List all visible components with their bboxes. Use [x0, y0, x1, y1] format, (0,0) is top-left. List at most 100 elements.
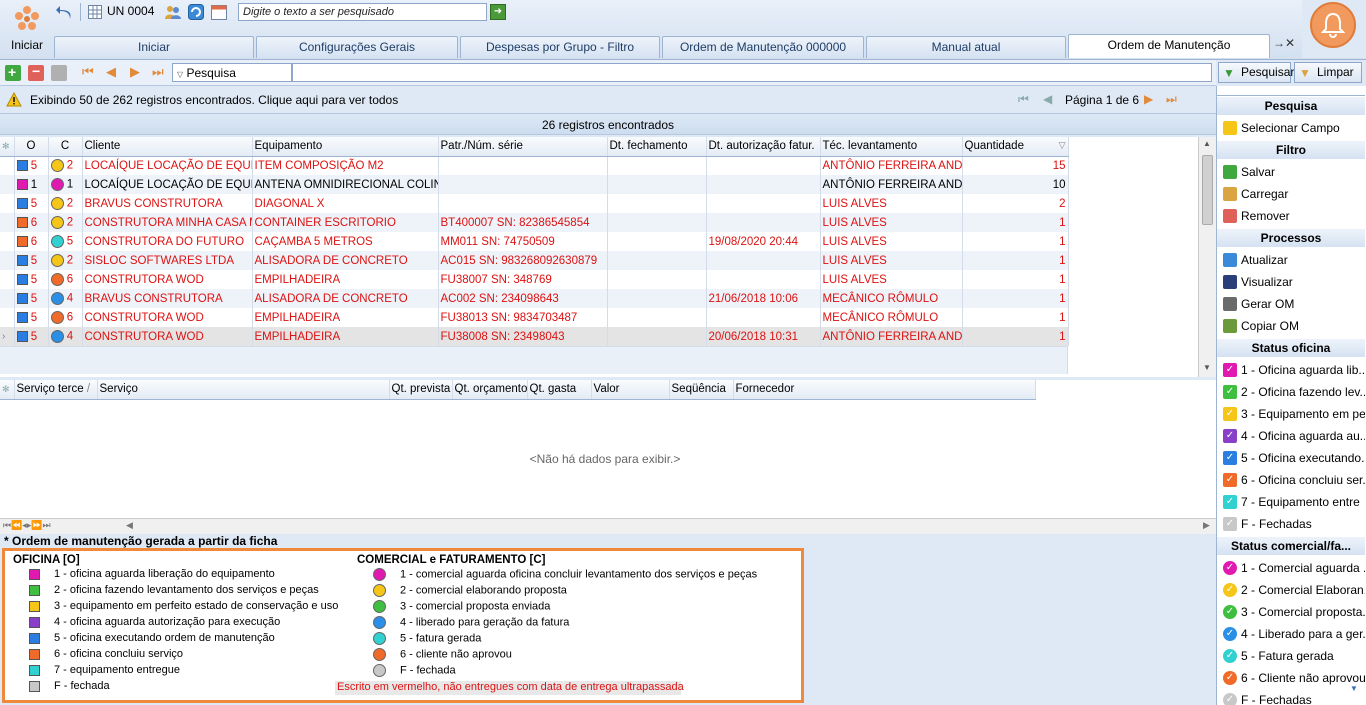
checkbox-icon[interactable]: ✓	[1223, 627, 1237, 641]
show-all-link[interactable]: Exibindo 50 de 262 registros encontrados…	[30, 93, 398, 107]
table-row[interactable]: 5 2 LOCAÍQUE LOCAÇÃO DE EQUIPAMITEM COMPO…	[0, 156, 1069, 175]
column-header-qt-orcamento[interactable]: Qt. orçamento	[452, 380, 528, 400]
sidebar-status-comercial-item[interactable]: ✓ 2 - Comercial Elaboran...	[1217, 579, 1365, 601]
start-button[interactable]: Iniciar	[2, 2, 50, 56]
table-row[interactable]: 5 2 SISLOC SOFTWARES LTDA ALISADORA DE CON…	[0, 251, 1069, 270]
next-page-icon[interactable]: ▶	[1144, 92, 1153, 106]
tab-iniciar[interactable]: Iniciar	[54, 36, 254, 58]
checkbox-icon[interactable]: ✓	[1223, 561, 1237, 575]
grid-icon[interactable]	[88, 5, 102, 19]
search-go-button[interactable]: ➜	[490, 4, 506, 20]
search-field-dropdown[interactable]: ▽ Pesquisa	[172, 63, 292, 82]
notification-button[interactable]	[1302, 0, 1366, 58]
filter-icon[interactable]: ▽	[1059, 140, 1066, 151]
column-header-quantidade[interactable]: Quantidade ▽	[962, 137, 1069, 157]
sidebar-status-comercial-item[interactable]: ✓ 3 - Comercial proposta...	[1217, 601, 1365, 623]
sidebar-status-oficina-item[interactable]: ✓ F - Fechadas	[1217, 513, 1365, 535]
column-header-dt-autorizacao[interactable]: Dt. autorização fatur.	[706, 137, 821, 157]
row-indicator[interactable]	[0, 232, 15, 251]
scroll-down-icon[interactable]: ▼	[1203, 363, 1211, 372]
table-row[interactable]: 6 2 CONSTRUTORA MINHA CASA MIN CONTAINER E…	[0, 213, 1069, 232]
row-indicator[interactable]	[0, 175, 15, 194]
grid-vertical-scrollbar[interactable]: ▲ ▼	[1198, 137, 1216, 377]
column-header-qt-prevista[interactable]: Qt. prevista	[389, 380, 453, 400]
scroll-right-icon[interactable]: ▶	[1203, 520, 1210, 531]
table-row[interactable]: › 5 4 CONSTRUTORA WOD EMPILHADEIRA FU38008 …	[0, 327, 1069, 346]
sidebar-status-comercial-item[interactable]: ✓ 5 - Fatura gerada	[1217, 645, 1365, 667]
row-indicator[interactable]	[0, 270, 15, 289]
first-page-icon[interactable]: ⏮	[1018, 92, 1029, 107]
checkbox-icon[interactable]: ✓	[1223, 583, 1237, 597]
column-header-qt-gasta[interactable]: Qt. gasta	[527, 380, 592, 400]
first-record-icon[interactable]: ⏮	[82, 64, 94, 80]
tab-configuracoes-gerais[interactable]: Configurações Gerais	[256, 36, 458, 58]
sidebar-status-oficina-item[interactable]: ✓ 6 - Oficina concluiu ser...	[1217, 469, 1365, 491]
sidebar-item-selecionar-campo[interactable]: Selecionar Campo	[1217, 117, 1365, 139]
search-value-input[interactable]	[292, 63, 1212, 82]
table-row[interactable]: 5 4 BRAVUS CONSTRUTORA ALISADORA DE CONCRE…	[0, 289, 1069, 308]
sidebar-item-remover[interactable]: Remover	[1217, 205, 1365, 227]
sidebar-item-atualizar[interactable]: Atualizar	[1217, 249, 1365, 271]
column-header-cliente[interactable]: Cliente	[82, 137, 253, 157]
column-header-dt-fechamento[interactable]: Dt. fechamento	[607, 137, 707, 157]
checkbox-icon[interactable]: ✓	[1223, 363, 1237, 377]
checkbox-icon[interactable]: ✓	[1223, 671, 1237, 685]
refresh-icon[interactable]	[188, 4, 204, 20]
prev-record-icon[interactable]: ◀	[106, 64, 116, 80]
column-header-fornecedor[interactable]: Fornecedor	[733, 380, 1036, 400]
print-icon[interactable]	[51, 65, 67, 81]
checkbox-icon[interactable]: ✓	[1223, 385, 1237, 399]
row-indicator[interactable]	[0, 213, 15, 232]
sidebar-status-comercial-item[interactable]: ✓ F - Fechadas	[1217, 689, 1365, 705]
navigator-icon[interactable]: ⏮⏪◂▸⏩⏭	[3, 520, 51, 531]
row-indicator[interactable]	[0, 289, 15, 308]
column-header-sequencia[interactable]: Seqüência	[669, 380, 734, 400]
pesquisar-button[interactable]: ▼ Pesquisar	[1218, 62, 1294, 83]
prev-page-icon[interactable]: ◀	[1043, 92, 1052, 106]
checkbox-icon[interactable]: ✓	[1223, 429, 1237, 443]
tab-ordem-manutencao-000000[interactable]: Ordem de Manutenção 000000	[662, 36, 864, 58]
tab-ordem-manutencao[interactable]: Ordem de Manutenção	[1068, 34, 1270, 58]
sidebar-status-oficina-item[interactable]: ✓ 3 - Equipamento em pe...	[1217, 403, 1365, 425]
last-record-icon[interactable]: ⏭	[152, 64, 164, 80]
global-search-input[interactable]: Digite o texto a ser pesquisado	[238, 3, 487, 21]
sidebar-status-comercial-item[interactable]: ✓ 6 - Cliente não aprovou	[1217, 667, 1365, 689]
horizontal-scrollbar[interactable]: ⏮⏪◂▸⏩⏭ ◀ ▶	[0, 518, 1216, 534]
calendar-icon[interactable]	[211, 4, 227, 20]
column-header-o[interactable]: O	[14, 137, 49, 157]
column-header-servico-terceiro[interactable]: Serviço terce /	[14, 380, 98, 400]
sidebar-status-oficina-item[interactable]: ✓ 1 - Oficina aguarda lib...	[1217, 359, 1365, 381]
row-indicator[interactable]	[0, 308, 15, 327]
checkbox-icon[interactable]: ✓	[1223, 605, 1237, 619]
column-header-tecnico[interactable]: Téc. levantamento	[820, 137, 963, 157]
unit-label[interactable]: UN 0004	[107, 4, 154, 18]
row-indicator[interactable]	[0, 251, 15, 270]
sidebar-status-oficina-item[interactable]: ✓ 2 - Oficina fazendo lev...	[1217, 381, 1365, 403]
sidebar-item-copiar-om[interactable]: Copiar OM	[1217, 315, 1365, 337]
sidebar-status-comercial-item[interactable]: ✓ 1 - Comercial aguarda ...	[1217, 557, 1365, 579]
scroll-up-icon[interactable]: ▲	[1203, 139, 1211, 148]
add-icon[interactable]: +	[5, 64, 21, 81]
scroll-left-icon[interactable]: ◀	[126, 520, 133, 531]
checkbox-icon[interactable]: ✓	[1223, 407, 1237, 421]
row-indicator[interactable]	[0, 194, 15, 213]
undo-icon[interactable]	[56, 4, 74, 22]
sidebar-status-oficina-item[interactable]: ✓ 5 - Oficina executando...	[1217, 447, 1365, 469]
limpar-button[interactable]: ▼ Limpar	[1294, 62, 1362, 83]
table-row[interactable]: 1 1 LOCAÍQUE LOCAÇÃO DE EQUIPAMANTENA OMN…	[0, 175, 1069, 194]
scroll-thumb[interactable]	[1202, 155, 1213, 225]
checkbox-icon[interactable]: ✓	[1223, 693, 1237, 705]
column-header-c[interactable]: C	[48, 137, 83, 157]
row-indicator[interactable]: ›	[0, 327, 15, 346]
column-header-patrimonio[interactable]: Patr./Núm. série	[438, 137, 608, 157]
sidebar-item-visualizar[interactable]: Visualizar	[1217, 271, 1365, 293]
column-header-servico[interactable]: Serviço	[97, 380, 390, 400]
table-row[interactable]: 6 5 CONSTRUTORA DO FUTURO CAÇAMBA 5 METROS…	[0, 232, 1069, 251]
table-row[interactable]: 5 6 CONSTRUTORA WOD EMPILHADEIRA FU38007 SN…	[0, 270, 1069, 289]
last-page-icon[interactable]: ⏭	[1166, 92, 1177, 107]
scroll-down-icon[interactable]: ▼	[1350, 684, 1358, 693]
next-record-icon[interactable]: ▶	[130, 64, 140, 80]
sidebar-item-salvar[interactable]: Salvar	[1217, 161, 1365, 183]
checkbox-icon[interactable]: ✓	[1223, 495, 1237, 509]
users-icon[interactable]	[165, 4, 181, 20]
